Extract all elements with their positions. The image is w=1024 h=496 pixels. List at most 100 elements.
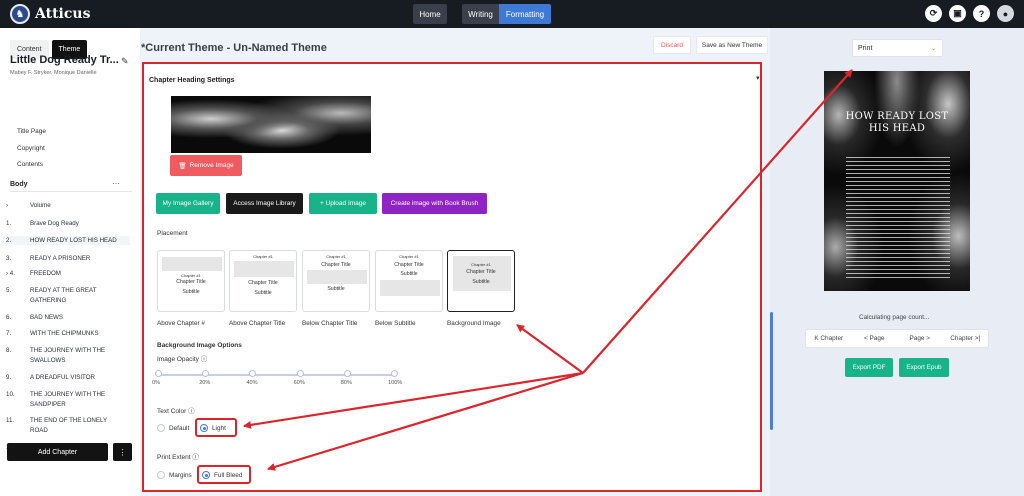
sidebar-chapter-item[interactable]: GATHERING — [6, 296, 130, 305]
device-select[interactable]: Print ⌄ — [852, 39, 943, 57]
avatar[interactable]: ● — [997, 5, 1014, 22]
placement-option-below-subtitle[interactable]: Chapter #1 Chapter Title Subtitle — [375, 250, 443, 312]
sidebar-item-copyright[interactable]: Copyright — [17, 145, 45, 152]
sidebar-chapter-item[interactable]: 6. BAD NEWS — [6, 313, 130, 322]
chapter-title: WITH THE CHIPMUNKS — [30, 330, 99, 337]
info-icon[interactable]: ⓘ — [192, 454, 199, 461]
edit-icon[interactable]: ✎ — [121, 56, 129, 67]
remove-image-button[interactable]: 🗑 Remove Image — [170, 155, 242, 176]
info-icon[interactable]: ⓘ — [188, 408, 195, 415]
opacity-tick[interactable] — [155, 370, 162, 377]
placement-label-above-chapter-number: Above Chapter # — [157, 320, 205, 327]
sidebar-chapter-item[interactable]: › Volume — [6, 201, 130, 210]
sidebar-chapter-item[interactable]: › 4. FREEDOM — [6, 269, 130, 278]
prev-chapter-button[interactable]: K Chapter — [806, 330, 852, 347]
placement-label-above-chapter-title: Above Chapter Title — [229, 320, 286, 327]
sidebar-chapter-item[interactable]: 11. THE END OF THE LONELY — [6, 416, 130, 425]
placement-label-background-image: Background Image — [447, 320, 501, 327]
opacity-tick-label: 20% — [199, 380, 211, 386]
card-subtitle: Subtitle — [327, 286, 345, 292]
prev-page-button[interactable]: < Page — [852, 330, 898, 347]
image-placeholder — [380, 280, 440, 296]
highlight-box — [197, 465, 251, 484]
chapter-number: 7. — [6, 330, 12, 337]
chapter-title: BAD NEWS — [30, 314, 64, 321]
sidebar-chapter-item[interactable]: 2. HOW READY LOST HIS HEAD — [6, 236, 130, 245]
discard-button[interactable]: Discard — [653, 36, 691, 54]
opacity-slider[interactable] — [158, 374, 394, 376]
image-opacity-label: Image Opacity ⓘ — [157, 353, 207, 363]
app-name: Atticus — [35, 6, 91, 22]
nav-writing-button[interactable]: Writing — [462, 4, 499, 24]
body-menu-icon[interactable]: ··· — [112, 179, 120, 188]
chapter-title: THE END OF THE LONELY — [30, 417, 108, 424]
placement-option-below-chapter-title[interactable]: Chapter #1 Chapter Title Subtitle — [302, 250, 370, 312]
text-color-default-radio[interactable] — [157, 424, 165, 432]
sidebar-chapter-item[interactable]: SANDPIPER — [6, 400, 130, 409]
chapter-number: 1. — [6, 220, 12, 227]
next-page-button[interactable]: Page > — [897, 330, 943, 347]
print-extent-label: Print Extent ⓘ — [157, 451, 199, 461]
chapter-number — [6, 296, 30, 305]
placement-option-above-chapter-title[interactable]: Chapter #1 Chapter Title Subtitle — [229, 250, 297, 312]
card-chapter-number: Chapter #1 — [181, 273, 201, 278]
export-epub-button[interactable]: Export Epub — [899, 358, 949, 377]
sidebar-item-title-page[interactable]: Title Page — [17, 128, 46, 135]
chapter-number: 9. — [6, 374, 12, 381]
card-chapter-title: Chapter Title — [394, 262, 424, 268]
nav-formatting-button[interactable]: Formatting — [499, 4, 551, 24]
print-extent-margins-radio[interactable] — [157, 471, 165, 479]
upload-image-button[interactable]: + Upload Image — [309, 193, 377, 214]
add-chapter-more-button[interactable]: ⋮ — [113, 443, 132, 461]
sidebar-chapter-item[interactable]: ROAD — [6, 426, 130, 435]
image-placeholder — [307, 270, 367, 284]
sidebar-chapter-item[interactable]: 7. WITH THE CHIPMUNKS — [6, 329, 130, 338]
chapter-number: 8. — [6, 347, 12, 354]
next-chapter-button[interactable]: Chapter >| — [943, 330, 989, 347]
save-as-new-theme-button[interactable]: Save as New Theme — [696, 36, 768, 54]
book-brush-button[interactable]: Create image with Book Brush — [382, 193, 487, 214]
collapse-icon[interactable]: ▾ — [756, 74, 760, 82]
chevron-down-icon: ⌄ — [930, 45, 936, 52]
opacity-tick[interactable] — [296, 370, 304, 377]
app-logo[interactable]: ♞ Atticus — [10, 4, 90, 24]
sidebar-chapter-item[interactable]: 3. READY A PRISONER — [6, 254, 130, 263]
sidebar-item-contents[interactable]: Contents — [17, 161, 43, 168]
card-chapter-title: Chapter Title — [466, 269, 496, 275]
sidebar-chapter-item[interactable]: SWALLOWS — [6, 356, 130, 365]
sidebar-chapter-item[interactable]: 1. Brave Dog Ready — [6, 219, 130, 228]
info-icon[interactable]: ⓘ — [201, 356, 208, 363]
opacity-tick-label: 100% — [388, 380, 403, 386]
card-chapter-title: Chapter Title — [248, 280, 278, 286]
help-icon[interactable]: ? — [973, 5, 990, 22]
chapter-title: HOW READY LOST HIS HEAD — [30, 237, 117, 244]
my-image-gallery-button[interactable]: My Image Gallery — [156, 193, 220, 214]
sync-icon[interactable]: ⟳ — [925, 5, 942, 22]
add-chapter-button[interactable]: Add Chapter — [7, 443, 108, 461]
opacity-tick[interactable] — [343, 370, 351, 377]
nav-home-button[interactable]: Home — [413, 4, 447, 24]
print-extent-text: Print Extent — [157, 454, 191, 461]
chapter-title: SWALLOWS — [30, 357, 66, 364]
card-subtitle: Subtitle — [472, 279, 490, 285]
sidebar-chapter-item[interactable]: 8. THE JOURNEY WITH THE — [6, 346, 130, 355]
placement-option-above-chapter-number[interactable]: Chapter #1 Chapter Title Subtitle — [157, 250, 225, 312]
chapter-title: Volume — [30, 202, 51, 209]
chapter-title: Brave Dog Ready — [30, 220, 79, 227]
text-color-default-label: Default — [169, 425, 190, 432]
sidebar-chapter-item[interactable]: 10. THE JOURNEY WITH THE — [6, 390, 130, 399]
sidebar-chapter-item[interactable]: 9. A DREADFUL VISITOR — [6, 373, 130, 382]
highlight-box — [195, 418, 237, 437]
body-heading: Body — [10, 181, 28, 188]
save-icon[interactable]: ▣ — [949, 5, 966, 22]
chapter-number: 6. — [6, 314, 12, 321]
access-image-library-button[interactable]: Access Image Library — [226, 193, 303, 214]
chapter-title: SANDPIPER — [30, 401, 66, 408]
card-chapter-title: Chapter Title — [176, 279, 206, 285]
sidebar-chapter-item[interactable]: 5. READY AT THE GREAT — [6, 286, 130, 295]
text-color-text: Text Color — [157, 408, 187, 415]
placement-option-background-image[interactable]: Chapter #1 Chapter Title Subtitle — [447, 250, 515, 312]
scrollbar[interactable] — [770, 312, 773, 430]
opacity-tick[interactable] — [391, 370, 398, 377]
export-pdf-button[interactable]: Export PDF — [845, 358, 893, 377]
